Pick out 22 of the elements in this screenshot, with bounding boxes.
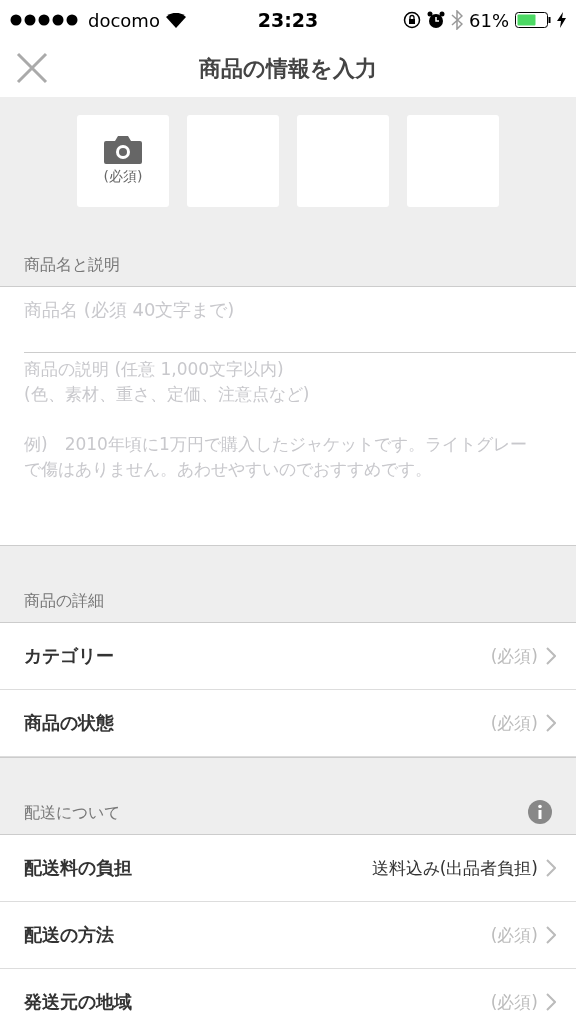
- battery-icon: [515, 12, 551, 28]
- alarm-icon: [427, 11, 445, 29]
- bluetooth-icon: [451, 10, 463, 30]
- photo-slot[interactable]: (必須): [77, 115, 169, 207]
- section-title: 配送について: [24, 803, 120, 824]
- chevron-icon: [546, 714, 556, 732]
- section-title: 商品名と説明: [24, 255, 120, 276]
- chevron-icon: [546, 859, 556, 877]
- clock-time: 23:23: [257, 9, 319, 31]
- info-icon[interactable]: [528, 800, 552, 824]
- battery-percent: 61%: [469, 9, 509, 31]
- wifi-icon: [165, 12, 186, 28]
- section-title: 商品の詳細: [24, 591, 104, 612]
- chevron-icon: [546, 926, 556, 944]
- close-button[interactable]: [16, 52, 48, 84]
- chevron-icon: [546, 647, 556, 665]
- rotation-lock-icon: [403, 11, 421, 29]
- carrier-name: docomo: [88, 9, 160, 31]
- chevron-icon: [546, 993, 556, 1011]
- camera-icon: [104, 136, 142, 164]
- page-title: 商品の情報を入力: [199, 54, 377, 83]
- charging-icon: [557, 12, 566, 28]
